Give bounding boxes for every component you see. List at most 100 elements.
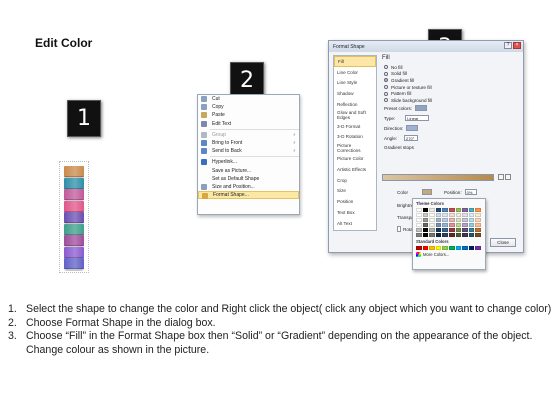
close-icon[interactable]: × (513, 42, 521, 49)
color-swatch[interactable] (455, 213, 462, 217)
stack-segment[interactable] (64, 258, 84, 271)
gradient-stops-bar[interactable] (382, 174, 494, 181)
fill-option[interactable]: Pattern fill (382, 90, 520, 97)
stack-segment[interactable] (64, 200, 84, 214)
color-swatch[interactable] (475, 233, 481, 237)
color-swatch[interactable] (422, 208, 429, 212)
stack-segment[interactable] (64, 246, 84, 260)
color-swatch[interactable] (416, 208, 422, 212)
category-item[interactable]: Alt Text (334, 218, 376, 229)
category-item[interactable]: Line Color (334, 67, 376, 78)
rotate-checkbox[interactable] (397, 226, 401, 232)
color-swatch[interactable] (422, 246, 429, 250)
color-swatch[interactable] (462, 228, 468, 232)
category-item[interactable]: Crop (334, 175, 376, 186)
color-swatch[interactable] (468, 233, 475, 237)
category-item[interactable]: Glow and Soft Edges (334, 110, 376, 121)
stack-segment[interactable] (64, 212, 84, 225)
color-swatch[interactable] (435, 218, 442, 222)
color-swatch[interactable] (435, 246, 442, 250)
menu-item[interactable]: Cut (198, 95, 299, 103)
color-swatch[interactable] (416, 223, 422, 227)
color-swatch[interactable] (442, 246, 448, 250)
close-button[interactable]: Close (490, 238, 516, 247)
radio-icon[interactable] (384, 78, 388, 83)
category-item[interactable]: Size (334, 186, 376, 197)
color-swatch[interactable] (416, 218, 422, 222)
color-swatch[interactable] (448, 223, 455, 227)
preset-colors-dropdown[interactable] (415, 105, 428, 111)
fill-option[interactable]: Solid fill (382, 71, 520, 78)
category-item[interactable]: 3-D Rotation (334, 132, 376, 143)
color-swatch[interactable] (468, 228, 475, 232)
radio-icon[interactable] (384, 85, 388, 90)
menu-item[interactable]: Send to Back › (198, 147, 299, 155)
color-swatch[interactable] (435, 233, 442, 237)
category-item[interactable]: Text Box (334, 207, 376, 218)
color-swatch[interactable] (475, 246, 481, 250)
color-swatch[interactable] (455, 208, 462, 212)
category-item[interactable]: Picture Corrections (334, 142, 376, 153)
color-swatch[interactable] (448, 213, 455, 217)
color-swatch[interactable] (429, 218, 435, 222)
color-swatch[interactable] (468, 223, 475, 227)
color-swatch[interactable] (448, 208, 455, 212)
color-swatch[interactable] (448, 228, 455, 232)
add-stop-icon[interactable] (498, 174, 504, 180)
color-dropdown[interactable] (421, 189, 432, 195)
color-swatch[interactable] (435, 213, 442, 217)
radio-icon[interactable] (384, 71, 388, 76)
radio-icon[interactable] (384, 98, 388, 103)
direction-dropdown[interactable] (406, 125, 419, 131)
color-swatch[interactable] (455, 218, 462, 222)
color-swatch[interactable] (422, 233, 429, 237)
category-item[interactable]: Picture Color (334, 153, 376, 164)
color-swatch[interactable] (475, 228, 481, 232)
radio-icon[interactable] (384, 91, 388, 96)
menu-item[interactable]: Bring to Front › (198, 139, 299, 147)
category-item[interactable]: Fill (334, 56, 376, 67)
color-swatch[interactable] (435, 208, 442, 212)
color-swatch[interactable] (442, 208, 448, 212)
menu-item[interactable]: Group › (198, 131, 299, 139)
color-swatch[interactable] (468, 213, 475, 217)
stack-segment[interactable] (64, 189, 84, 202)
position-input[interactable]: 0% (464, 189, 477, 195)
remove-stop-icon[interactable] (505, 174, 511, 180)
color-swatch[interactable] (475, 208, 481, 212)
menu-item[interactable]: Copy (198, 103, 299, 111)
stack-segment[interactable] (64, 166, 84, 179)
menu-item[interactable]: Hyperlink... (198, 158, 299, 166)
category-item[interactable]: Reflection (334, 99, 376, 110)
category-item[interactable]: Artistic Effects (334, 164, 376, 175)
color-swatch[interactable] (429, 228, 435, 232)
help-icon[interactable]: ? (504, 42, 512, 49)
color-swatch[interactable] (455, 246, 462, 250)
radio-icon[interactable] (384, 65, 388, 70)
type-dropdown[interactable]: Linear (405, 115, 430, 121)
color-swatch[interactable] (442, 228, 448, 232)
color-swatch[interactable] (422, 223, 429, 227)
color-swatch[interactable] (422, 213, 429, 217)
color-swatch[interactable] (429, 233, 435, 237)
color-swatch[interactable] (475, 218, 481, 222)
color-swatch[interactable] (429, 223, 435, 227)
color-swatch[interactable] (462, 246, 468, 250)
more-colors-item[interactable]: More Colors... (416, 252, 482, 257)
stack-segment[interactable] (64, 235, 84, 248)
color-swatch[interactable] (455, 223, 462, 227)
color-swatch[interactable] (442, 223, 448, 227)
menu-item[interactable]: Save as Picture... (198, 167, 299, 175)
angle-input[interactable]: 270° (404, 135, 419, 141)
fill-option[interactable]: Slide background fill (382, 97, 520, 104)
color-swatch[interactable] (468, 246, 475, 250)
color-swatch[interactable] (475, 223, 481, 227)
color-swatch[interactable] (442, 233, 448, 237)
color-swatch[interactable] (429, 208, 435, 212)
color-swatch[interactable] (422, 218, 429, 222)
stack-segment[interactable] (64, 223, 84, 237)
fill-option[interactable]: No fill (382, 64, 520, 71)
color-swatch[interactable] (462, 233, 468, 237)
fill-option[interactable]: Picture or texture fill (382, 84, 520, 91)
menu-item[interactable]: Format Shape... (198, 191, 299, 200)
